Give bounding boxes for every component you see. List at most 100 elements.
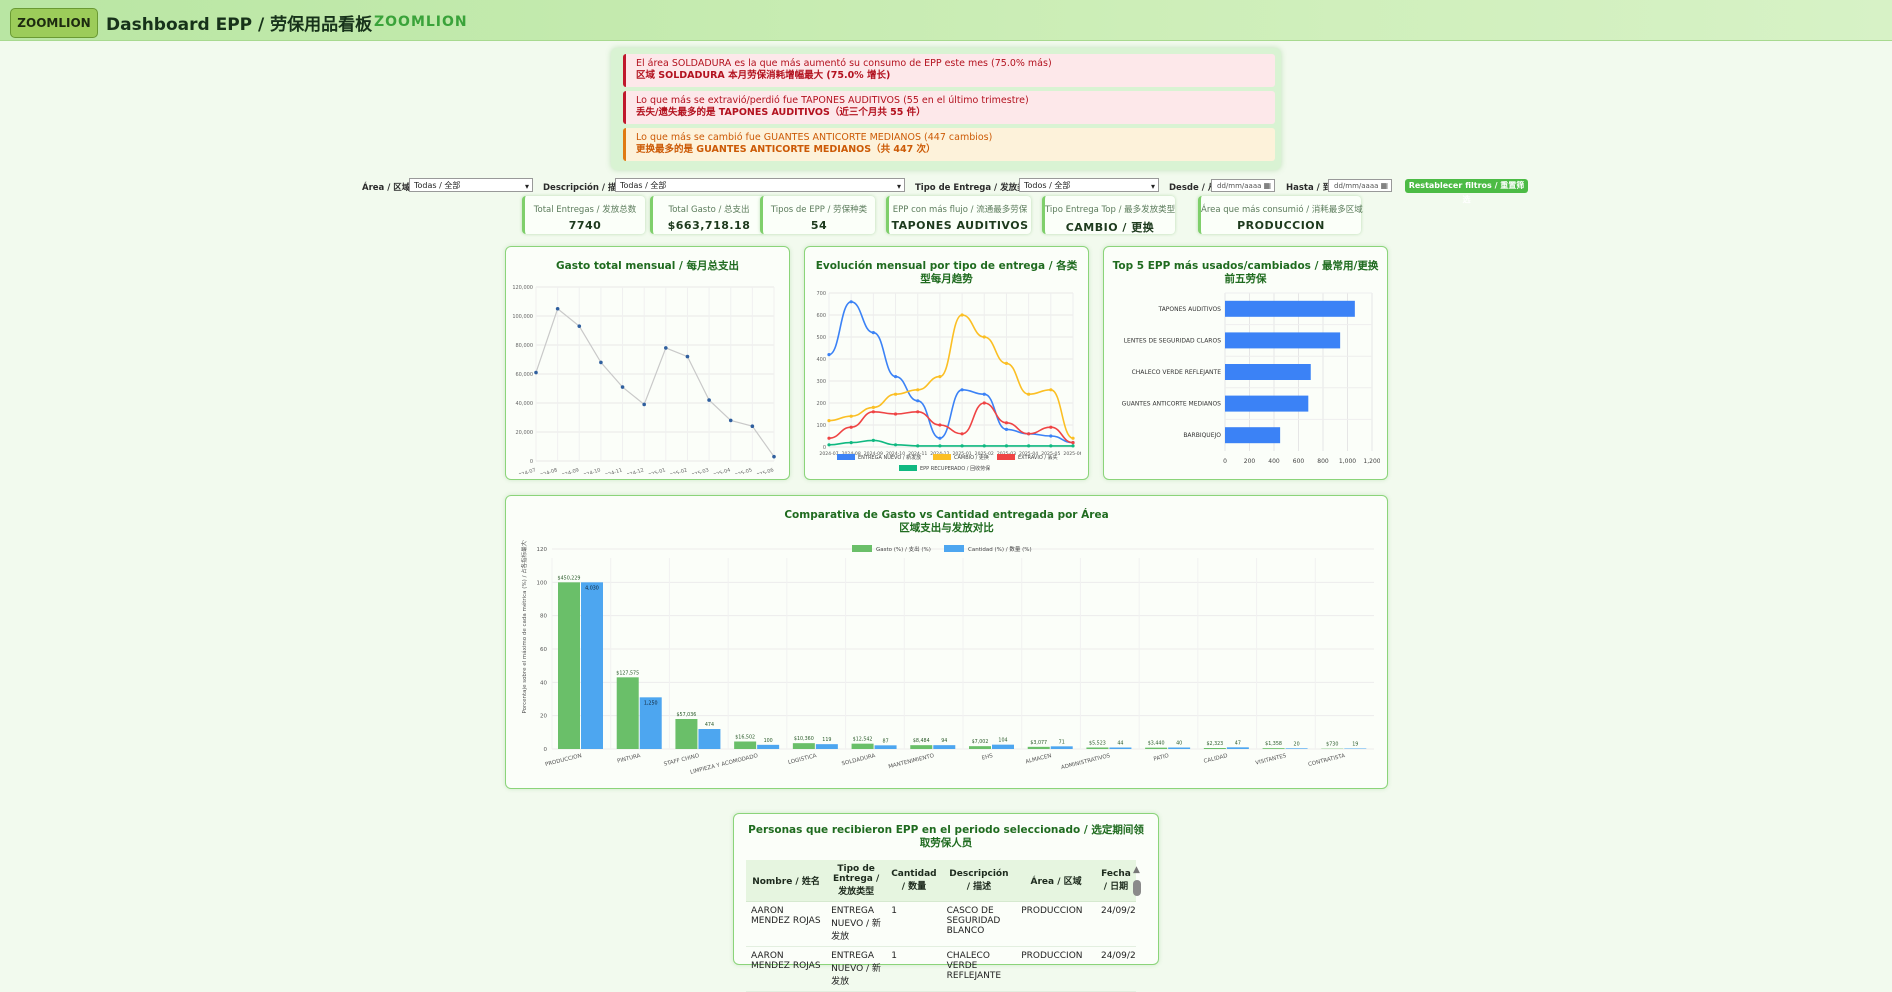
series-point	[916, 410, 919, 413]
col-header-tipo[interactable]: Tipo de Entrega / 发放类型	[826, 860, 886, 902]
category-label: MANTENIMIENTO	[888, 753, 936, 770]
x-tick-label: 2024-10	[580, 467, 602, 474]
bar-data-label: 119	[822, 737, 831, 743]
spend-point	[621, 385, 625, 389]
y-tick-label: 100	[537, 580, 548, 586]
series-point	[916, 399, 919, 402]
area-comparison-chart: 020406080100120Porcentaje sobre el máxim…	[512, 540, 1380, 784]
area-bar	[757, 745, 779, 749]
category-label: PINTURA	[617, 753, 642, 765]
date-from-placeholder: dd/mm/aaaa	[1217, 182, 1261, 190]
table-header-row: Nombre / 姓名 Tipo de Entrega / 发放类型 Canti…	[746, 860, 1136, 902]
monthly-spend-chart: 020,00040,00060,00080,000100,000120,0002…	[512, 279, 782, 474]
cell-area: PRODUCCION	[1016, 902, 1096, 947]
x-tick-label: 2025-05	[731, 467, 753, 474]
area-bar	[910, 745, 932, 749]
kpi-value: 7740	[525, 219, 645, 232]
col-header-cantidad[interactable]: Cantidad / 数量	[886, 860, 941, 902]
spend-point	[642, 403, 646, 407]
calendar-icon[interactable]: ▦	[1263, 180, 1271, 192]
spend-point	[707, 398, 711, 402]
x-tick-label: 2024-11	[602, 467, 624, 474]
kpi-label: EPP con más flujo / 流通最多劳保	[889, 203, 1031, 215]
legend-swatch	[944, 545, 964, 552]
zoomlion-logo: ZOOMLION	[10, 8, 98, 38]
category-label: LOGISTICA	[788, 753, 818, 766]
series-point	[1071, 444, 1074, 447]
people-table: Nombre / 姓名 Tipo de Entrega / 发放类型 Canti…	[746, 860, 1136, 992]
alert-text-zh: 更换最多的是 GUANTES ANTICORTE MEDIANOS（共 447 …	[636, 144, 1275, 156]
date-to-input[interactable]: dd/mm/aaaa ▦	[1328, 179, 1392, 192]
x-tick-label: 2024-12	[623, 467, 645, 474]
series-point	[827, 443, 830, 446]
category-label: CHALECO VERDE REFLEJANTE	[1132, 369, 1222, 376]
y-tick-label: 20	[540, 714, 547, 720]
col-header-area[interactable]: Área / 区域	[1016, 860, 1096, 902]
y-tick-label: 20,000	[516, 430, 534, 436]
brand-name: ZOOMLION	[374, 14, 468, 30]
category-label: BARBIQUEJO	[1183, 432, 1221, 439]
series-point	[850, 441, 853, 444]
cell-fecha: 24/09/2024	[1096, 947, 1136, 992]
series-point	[916, 388, 919, 391]
bar-data-label: $3,440	[1148, 741, 1165, 747]
series-point	[960, 313, 963, 316]
delivery-type-select[interactable]: Todos / 全部 ▾	[1019, 178, 1159, 192]
category-label: GUANTES ANTICORTE MEDIANOS	[1122, 401, 1222, 408]
scrollbar-thumb[interactable]	[1133, 880, 1141, 896]
series-point	[938, 444, 941, 447]
delivery-type-select-value: Todos / 全部	[1024, 181, 1070, 190]
series-point	[983, 393, 986, 396]
series-point	[1049, 388, 1052, 391]
series-point	[1027, 444, 1030, 447]
legend-swatch	[933, 454, 951, 460]
area-bar	[816, 744, 838, 749]
category-label: PATIO	[1153, 753, 1170, 763]
area-filter-label: Área / 区域:	[362, 181, 414, 193]
kpi-card-tipo-entrega-top: Tipo Entrega Top / 最多发放类型 CAMBIO / 更换	[1042, 196, 1175, 234]
area-comparison-panel: Comparativa de Gasto vs Cantidad entrega…	[505, 495, 1388, 789]
y-tick-label: 600	[816, 313, 826, 319]
y-tick-label: 40	[540, 680, 547, 686]
col-header-nombre[interactable]: Nombre / 姓名	[746, 860, 826, 902]
y-tick-label: 40,000	[516, 401, 534, 407]
series-point	[1027, 432, 1030, 435]
area-bar	[1204, 748, 1226, 749]
series-point	[1005, 362, 1008, 365]
series-point	[1027, 393, 1030, 396]
x-tick-label: 2024-07	[819, 451, 838, 457]
alert-item: El área SOLDADURA es la que más aumentó …	[623, 54, 1275, 87]
area-bar	[617, 677, 639, 749]
cell-cantidad: 1	[886, 902, 941, 947]
category-label: ADMINISTRATIVOS	[1061, 753, 1112, 771]
bar-data-label: $450,229	[558, 575, 581, 581]
series-point	[872, 331, 875, 334]
series-point	[1071, 437, 1074, 440]
col-header-fecha[interactable]: Fecha / 日期	[1096, 860, 1136, 902]
scroll-up-icon[interactable]: ▲	[1133, 865, 1140, 875]
kpi-value: 54	[763, 219, 875, 232]
bar-data-label: 20	[1294, 741, 1300, 747]
area-select[interactable]: Todas / 全部 ▾	[409, 178, 533, 192]
date-from-input[interactable]: dd/mm/aaaa ▦	[1211, 179, 1275, 192]
x-tick-label: 200	[1244, 458, 1256, 465]
table-scrollbar[interactable]: ▲	[1133, 865, 1141, 899]
legend-swatch	[899, 465, 917, 471]
cell-tipo: ENTREGA NUEVO / 新发放	[826, 902, 886, 947]
bar-data-label: $7,002	[972, 739, 989, 745]
kpi-label: Total Gasto / 总支出	[653, 203, 765, 215]
description-select[interactable]: Todas / 全部 ▾	[615, 178, 905, 192]
bar-data-label: $730	[1326, 742, 1338, 748]
x-tick-label: 1,200	[1363, 458, 1380, 465]
cell-descripcion: CASCO DE SEGURIDAD BLANCO	[942, 902, 1017, 947]
x-tick-label: 600	[1293, 458, 1305, 465]
y-tick-label: 120	[537, 547, 548, 553]
col-header-descripcion[interactable]: Descripción / 描述	[942, 860, 1017, 902]
calendar-icon[interactable]: ▦	[1380, 180, 1388, 192]
alerts-panel: El área SOLDADURA es la que más aumentó …	[611, 48, 1281, 170]
reset-filters-button[interactable]: Restablecer filtros / 重置筛选	[1405, 179, 1528, 193]
monthly-evolution-chart: 01002003004005006007002024-072024-082024…	[811, 289, 1081, 477]
x-tick-label: 2025-04	[710, 467, 732, 474]
series-point	[960, 444, 963, 447]
category-label: LENTES DE SEGURIDAD CLAROS	[1124, 337, 1222, 344]
